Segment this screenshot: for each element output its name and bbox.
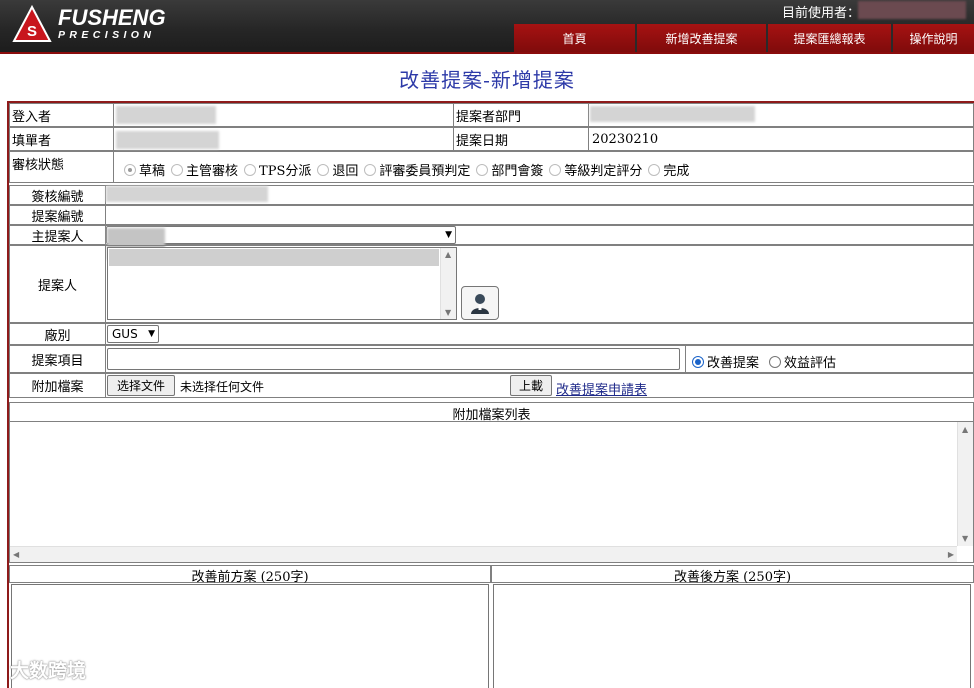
proposer-dept-redacted bbox=[590, 106, 755, 122]
brand-sub: PRECISION bbox=[58, 29, 156, 41]
status-radio-countersign: 部門會簽 bbox=[476, 160, 543, 179]
nav-new-proposal[interactable]: 新增改善提案 bbox=[637, 24, 768, 53]
factory-label: 廠別 bbox=[10, 324, 106, 344]
proposal-item-label: 提案項目 bbox=[10, 346, 106, 372]
login-value-cell bbox=[114, 104, 454, 126]
nav-home[interactable]: 首頁 bbox=[514, 24, 637, 53]
page-title: 改善提案-新增提案 bbox=[399, 68, 575, 92]
nav-summary-report[interactable]: 提案匯總報表 bbox=[768, 24, 893, 53]
review-status-group: 草稿 主管審核 TPS分派 退回 評審委員預判定 部門會簽 等級判定評分 完成 bbox=[124, 160, 695, 179]
logo-icon: S bbox=[12, 5, 52, 42]
proposal-no-label: 提案編號 bbox=[10, 206, 106, 225]
scroll-left-icon[interactable]: ◀ bbox=[13, 550, 19, 559]
row-proposal-item: 提案項目 改善提案 效益評估 bbox=[9, 345, 974, 373]
chevron-down-icon: ▼ bbox=[445, 230, 452, 240]
status-radio-complete: 完成 bbox=[648, 160, 689, 179]
review-status-label: 審核狀態 bbox=[10, 152, 114, 182]
attachment-hscrollbar[interactable]: ◀ ▶ bbox=[10, 546, 957, 562]
proposers-selected-item-redacted bbox=[109, 249, 439, 266]
scroll-down-icon[interactable]: ▼ bbox=[445, 308, 451, 317]
status-radio-returned: 退回 bbox=[317, 160, 358, 179]
attachment-label: 附加檔案 bbox=[10, 374, 106, 397]
proposal-date-value: 20230210 bbox=[592, 131, 659, 147]
proposers-label: 提案人 bbox=[10, 246, 106, 322]
row-main-proposer: 主提案人 ▼ bbox=[9, 225, 974, 260]
brand-name: FUSHENG bbox=[58, 5, 166, 30]
factory-select-value: GUS bbox=[112, 327, 138, 341]
chevron-down-icon: ▼ bbox=[148, 329, 155, 339]
after-plan-label: 改善後方案 (250字) bbox=[673, 570, 792, 585]
scroll-down-icon[interactable]: ▼ bbox=[962, 534, 968, 543]
row-review-no: 簽核編號 bbox=[9, 185, 974, 205]
watermark: 大数跨境 bbox=[10, 660, 87, 682]
factory-select[interactable]: GUS ▼ bbox=[107, 325, 159, 343]
main-proposer-label: 主提案人 bbox=[10, 226, 106, 245]
row-review-status: 審核狀態 草稿 主管審核 TPS分派 退回 評審委員預判定 部門會簽 等級判定評… bbox=[9, 151, 974, 183]
review-no-label: 簽核編號 bbox=[10, 186, 106, 205]
upload-button[interactable]: 上載 bbox=[510, 375, 552, 396]
attachment-vscrollbar[interactable]: ▲ ▼ bbox=[957, 422, 973, 546]
user-picker-button[interactable] bbox=[461, 286, 499, 320]
status-radio-draft: 草稿 bbox=[124, 160, 165, 179]
proposers-scrollbar[interactable]: ▲ ▼ bbox=[440, 248, 456, 319]
row-factory: 廠別 GUS ▼ bbox=[9, 323, 974, 345]
after-plan-header: 改善後方案 (250字) bbox=[491, 565, 974, 585]
row-proposal-no: 提案編號 bbox=[9, 205, 974, 225]
status-radio-tps: TPS分派 bbox=[244, 160, 311, 179]
current-user-label: 目前使用者： bbox=[782, 6, 861, 21]
item-type-benefit-radio[interactable]: 效益評估 bbox=[769, 352, 836, 371]
no-file-text: 未选择任何文件 bbox=[180, 380, 265, 394]
attachment-list-area[interactable]: ▲ ▼ ◀ ▶ bbox=[9, 421, 974, 563]
status-radio-grading: 等級判定評分 bbox=[549, 160, 642, 179]
before-plan-header: 改善前方案 (250字) bbox=[9, 565, 491, 585]
application-form-link[interactable]: 改善提案申請表 bbox=[556, 379, 647, 398]
top-nav: 首頁 新增改善提案 提案匯總報表 操作說明 bbox=[514, 24, 974, 53]
before-plan-label: 改善前方案 (250字) bbox=[191, 570, 309, 585]
scroll-up-icon[interactable]: ▲ bbox=[445, 250, 451, 259]
status-radio-committee: 評審委員預判定 bbox=[364, 160, 470, 179]
row-attachment: 附加檔案 选择文件 未选择任何文件 上載 改善提案申請表 bbox=[9, 373, 974, 398]
status-radio-manager: 主管審核 bbox=[171, 160, 238, 179]
row-proposers: 提案人 ▲ ▼ bbox=[9, 245, 974, 323]
proposal-date-label: 提案日期 bbox=[454, 128, 589, 150]
scroll-up-icon[interactable]: ▲ bbox=[962, 425, 968, 434]
proposer-dept-label: 提案者部門 bbox=[454, 104, 589, 126]
filler-label: 填單者 bbox=[10, 128, 114, 150]
proposers-listbox[interactable]: ▲ ▼ bbox=[107, 247, 457, 320]
row-filler: 填單者 提案日期 20230210 bbox=[9, 127, 974, 151]
attachment-list-header: 附加檔案列表 bbox=[9, 402, 974, 423]
filler-value-cell bbox=[114, 128, 454, 150]
proposal-item-cell bbox=[106, 346, 686, 372]
current-user-value-redacted bbox=[858, 1, 966, 19]
svg-text:S: S bbox=[27, 23, 37, 40]
after-plan-textarea[interactable] bbox=[493, 584, 971, 688]
item-type-improvement-radio[interactable]: 改善提案 bbox=[692, 352, 759, 371]
user-picker-icon bbox=[471, 294, 489, 314]
choose-file-button[interactable]: 选择文件 bbox=[107, 375, 175, 396]
row-login: 登入者 提案者部門 bbox=[9, 103, 974, 127]
review-no-redacted bbox=[106, 186, 268, 202]
app-header: S FUSHENG PRECISION 目前使用者： 首頁 新增改善提案 提案匯… bbox=[0, 0, 974, 54]
item-type-group: 改善提案 效益評估 bbox=[692, 352, 842, 371]
scroll-right-icon[interactable]: ▶ bbox=[948, 550, 954, 559]
login-label: 登入者 bbox=[10, 104, 114, 126]
nav-help[interactable]: 操作說明 bbox=[893, 24, 974, 53]
